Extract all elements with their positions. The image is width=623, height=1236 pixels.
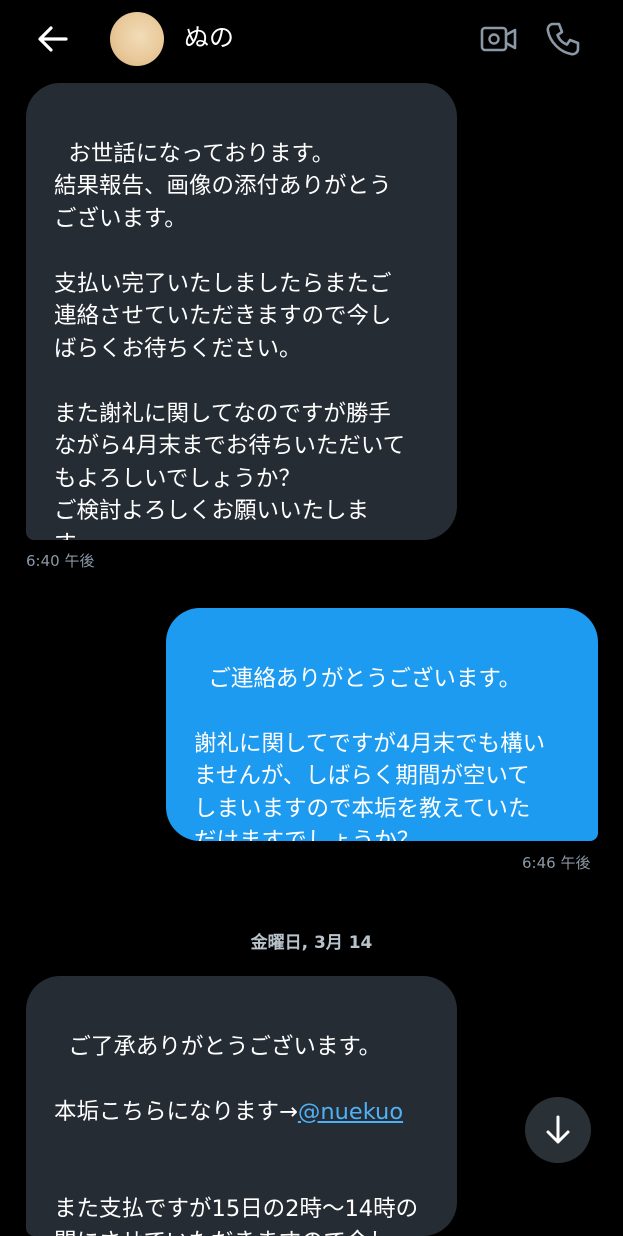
date-separator: 金曜日, 3月 14: [250, 933, 373, 953]
message-text: ご了承ありがとうございます。: [68, 1033, 382, 1060]
message-timestamp: 6:40 午後: [26, 552, 95, 570]
video-call-icon: [480, 26, 517, 52]
mention-link[interactable]: @nuekuo: [298, 1099, 403, 1125]
message-bubble-incoming[interactable]: お世話になっております。 結果報告、画像の添付ありがとう ございます。 支払い完…: [26, 83, 457, 540]
video-call-button[interactable]: [480, 22, 518, 56]
message-text: お世話になっております。 結果報告、画像の添付ありがとう ございます。 支払い完…: [54, 140, 406, 541]
arrow-down-icon: [546, 1115, 570, 1144]
message-bubble-outgoing[interactable]: ご連絡ありがとうございます。 謝礼に関してですが4月末でも構い ませんが、しばら…: [166, 608, 598, 841]
message-timestamp: 6:46 午後: [522, 854, 591, 872]
arrow-left-icon: [38, 26, 68, 52]
phone-call-button[interactable]: [544, 20, 582, 58]
contact-name[interactable]: ぬの: [184, 20, 234, 56]
scroll-to-bottom-button[interactable]: [525, 1097, 591, 1163]
message-bubble-incoming[interactable]: ご了承ありがとうございます。 本垢こちらになります→@nuekuo また支払です…: [26, 976, 457, 1236]
phone-icon: [546, 22, 580, 56]
back-button[interactable]: [34, 20, 72, 58]
conversation-header: ぬの: [0, 0, 623, 78]
message-text: ご連絡ありがとうございます。 謝礼に関してですが4月末でも構い ませんが、しばら…: [194, 665, 546, 842]
message-text: 本垢こちらになります→: [54, 1098, 298, 1125]
avatar[interactable]: [110, 12, 164, 66]
message-text: また支払ですが15日の2時〜14時の 間にさせていただきますので今し ばらくお待…: [54, 1196, 419, 1236]
